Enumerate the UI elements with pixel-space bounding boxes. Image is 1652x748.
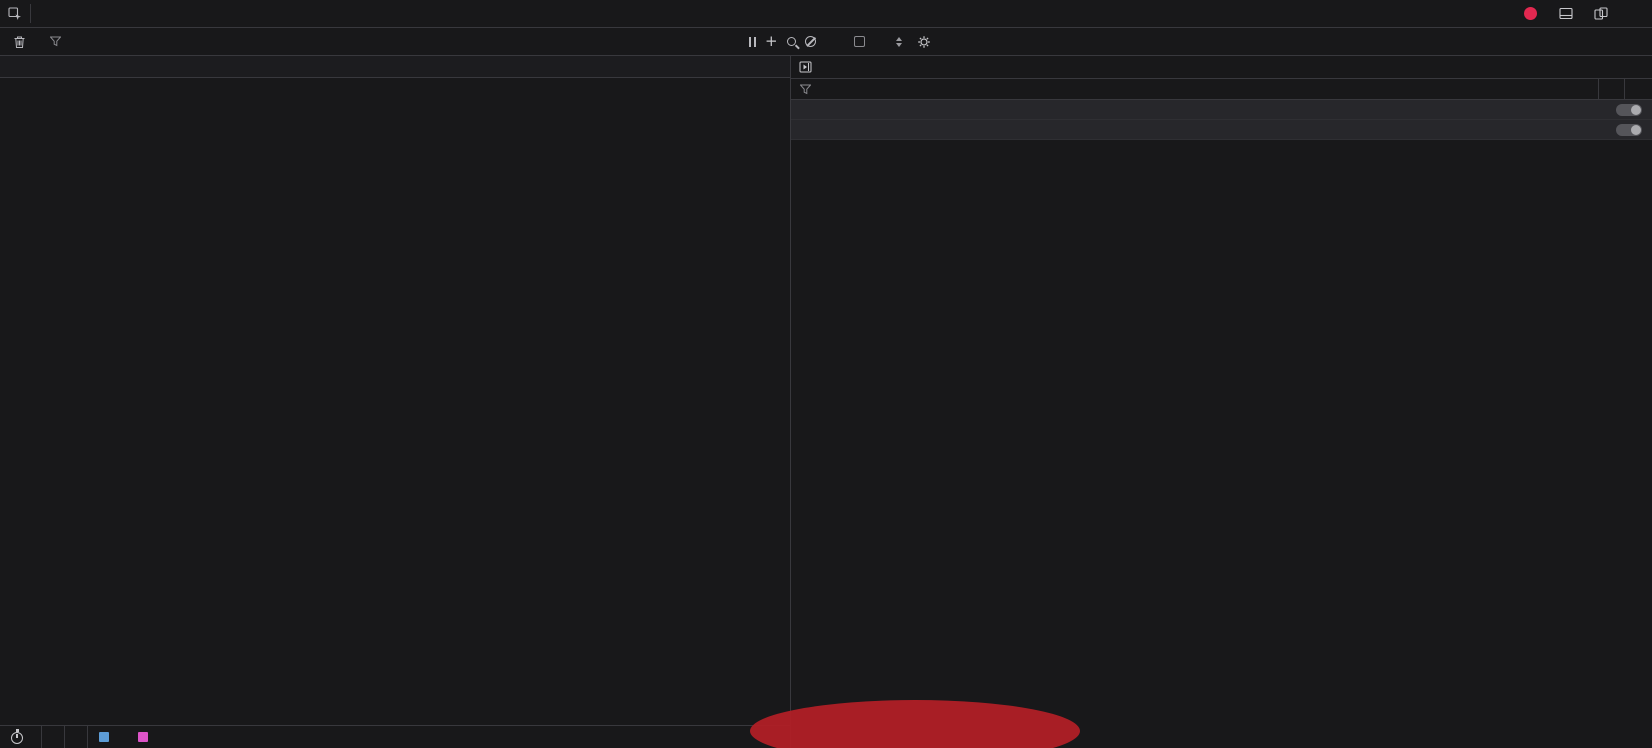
url-filter-input[interactable] — [67, 35, 740, 48]
gear-icon — [917, 35, 931, 49]
new-request-button[interactable]: + — [765, 34, 778, 49]
throttling-select[interactable] — [890, 37, 902, 47]
summary-domcontentloaded — [87, 726, 127, 748]
summary-transferred — [41, 726, 64, 748]
headers-panel-body — [791, 100, 1652, 748]
raw-toggle-switch[interactable] — [1616, 124, 1642, 136]
network-settings-button[interactable] — [911, 28, 937, 55]
load-marker-icon — [138, 732, 148, 742]
domcontentloaded-marker-icon — [99, 732, 109, 742]
headers-filter-input[interactable] — [818, 83, 1591, 96]
summary-load — [127, 726, 166, 748]
funnel-icon — [50, 36, 61, 47]
summary-finish — [64, 726, 87, 748]
clear-requests-button[interactable] — [8, 28, 31, 55]
headers-filter-row — [791, 79, 1652, 100]
error-badge-icon[interactable] — [1524, 7, 1537, 20]
disable-cache[interactable] — [854, 36, 871, 47]
sidebar-toggle-icon — [799, 61, 812, 73]
responsive-design-button[interactable] — [1588, 0, 1614, 27]
split-console-button[interactable] — [1553, 0, 1579, 27]
search-icon[interactable] — [787, 37, 796, 46]
request-headers-section[interactable] — [791, 120, 1652, 140]
request-table-header — [0, 56, 790, 78]
responsive-design-icon — [1594, 7, 1608, 20]
pause-icon[interactable] — [749, 37, 756, 47]
response-headers-section[interactable] — [791, 100, 1652, 120]
block-icon[interactable] — [805, 36, 816, 47]
resend-button[interactable] — [1624, 79, 1643, 99]
block-url-button[interactable] — [1598, 79, 1617, 99]
request-details-panel — [790, 56, 1652, 748]
dock-bottom-icon — [1559, 7, 1573, 20]
toolbar-separator — [30, 4, 31, 23]
meatball-menu-button[interactable] — [1618, 0, 1630, 27]
pick-element-icon — [8, 7, 22, 21]
trash-icon — [14, 36, 25, 48]
url-filter — [50, 35, 740, 48]
devtools-window: + — [0, 0, 1652, 748]
pick-element-button[interactable] — [0, 0, 30, 27]
stopwatch-icon — [11, 732, 23, 744]
toolbar-right-actions — [1524, 0, 1652, 27]
network-main — [0, 56, 1652, 748]
request-list — [0, 56, 790, 748]
close-devtools-button[interactable] — [1634, 0, 1646, 27]
request-table-rows — [0, 78, 790, 725]
sidebar-toggle-button[interactable] — [791, 56, 820, 78]
summary-bar — [0, 725, 790, 748]
disable-cache-checkbox[interactable] — [854, 36, 865, 47]
raw-toggle-switch[interactable] — [1616, 104, 1642, 116]
devtools-toolbar — [0, 0, 1652, 28]
summary-requests — [0, 726, 41, 748]
detail-tabs — [791, 56, 1652, 79]
funnel-icon — [800, 84, 811, 95]
select-arrows-icon — [896, 37, 902, 47]
network-toolbar: + — [0, 28, 1652, 56]
